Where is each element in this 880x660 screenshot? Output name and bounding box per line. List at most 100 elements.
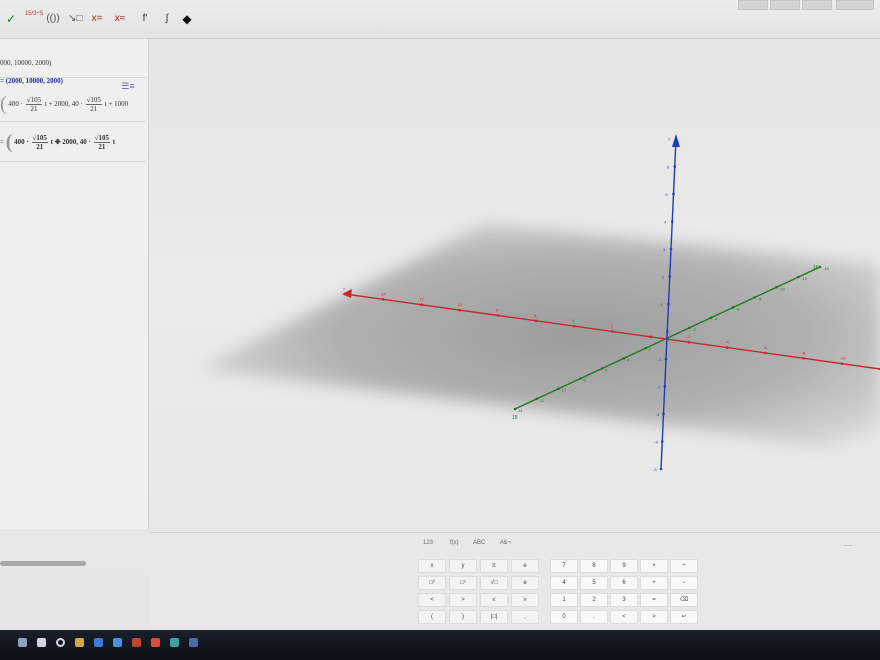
explorer-icon[interactable]	[75, 638, 84, 647]
x-axis-tick	[458, 308, 461, 312]
z-axis-tick	[665, 330, 669, 333]
numpad-key-1-0[interactable]: 4	[550, 576, 578, 590]
derivative-tool[interactable]: f'	[138, 10, 152, 28]
z-axis-tick	[663, 385, 667, 388]
z-axis-tick	[670, 220, 674, 223]
key-3-1[interactable]: )	[449, 610, 477, 624]
graphics-3d-view[interactable]: x1412108642-2-4-6-8-10-121412108642-2-4-…	[150, 39, 880, 534]
window-control[interactable]	[770, 0, 800, 10]
more-icon[interactable]: ···	[844, 541, 852, 550]
x-axis-label: -10	[840, 356, 847, 361]
check-icon[interactable]: ✓	[4, 10, 18, 28]
x-axis-label: 14	[381, 291, 386, 296]
numpad-key-0-3[interactable]: ×	[640, 559, 668, 573]
integral-tool[interactable]: ∫	[160, 10, 174, 28]
y-axis-tick	[579, 377, 582, 380]
store-icon[interactable]	[94, 638, 103, 647]
geogebra-icon[interactable]	[170, 638, 179, 647]
z-axis-tick	[659, 467, 663, 471]
cas-row-2[interactable]: ( 400 · √105 21 t + 2000, 40 · √105 21 t…	[0, 93, 146, 122]
x-axis-tick	[840, 362, 844, 365]
os-taskbar	[0, 630, 880, 660]
numpad-key-2-4[interactable]: ⌫	[670, 593, 698, 607]
z-axis-tick	[672, 192, 675, 196]
numpad-key-1-1[interactable]: 5	[580, 576, 608, 590]
horizontal-scrollbar[interactable]	[0, 561, 86, 566]
fraction-tool[interactable]: 15/3÷5	[24, 10, 44, 28]
numpad-key-1-2[interactable]: 6	[610, 576, 638, 590]
window-control[interactable]	[802, 0, 832, 10]
xy-plane	[200, 224, 880, 449]
office-icon[interactable]	[132, 638, 141, 647]
key-1-1[interactable]: □ⁿ	[449, 576, 477, 590]
key-0-3[interactable]: e	[511, 559, 539, 573]
x-axis-tick	[496, 314, 500, 317]
x-axis-label: x	[343, 286, 345, 291]
key-3-0[interactable]: (	[418, 610, 446, 624]
windows-icon[interactable]	[18, 638, 27, 647]
window-control[interactable]	[836, 0, 874, 10]
eraser-icon[interactable]: ◆	[180, 10, 194, 28]
key-2-2[interactable]: ≤	[480, 593, 508, 607]
z-axis-tick	[673, 165, 677, 168]
numpad-key-0-0[interactable]: 7	[550, 559, 578, 573]
key-2-1[interactable]: >	[449, 593, 477, 607]
numeric-solve-tool[interactable]: x≈	[113, 10, 127, 28]
numpad-key-0-1[interactable]: 8	[580, 559, 608, 573]
numpad-key-3-0[interactable]: 0	[550, 610, 578, 624]
x-axis-tick	[764, 351, 767, 355]
app-icon[interactable]	[189, 638, 198, 647]
z-axis-label: 6	[667, 165, 670, 170]
graphics-canvas[interactable]: x1412108642-2-4-6-8-10-121412108642-2-4-…	[150, 39, 880, 534]
key-0-0[interactable]: x	[418, 559, 446, 573]
numpad-key-3-4[interactable]: ↵	[670, 610, 698, 624]
numpad-key-2-0[interactable]: 1	[550, 593, 578, 607]
solve-tool[interactable]: x=	[90, 10, 104, 28]
z-axis-tick	[669, 247, 673, 251]
numpad-key-2-2[interactable]: 3	[610, 593, 638, 607]
chrome-icon[interactable]	[151, 638, 160, 647]
parens-tool[interactable]: (())	[46, 10, 60, 28]
tab-functions[interactable]: f(x)	[450, 540, 459, 546]
y-axis-tick	[622, 356, 626, 360]
numpad-key-1-4[interactable]: −	[670, 576, 698, 590]
numpad-key-3-2[interactable]: <	[610, 610, 638, 624]
y-axis-end-label: 16	[813, 265, 819, 271]
numpad-key-2-3[interactable]: =	[640, 593, 668, 607]
substitute-tool[interactable]: ↘□	[68, 10, 82, 28]
key-2-0[interactable]: <	[418, 593, 446, 607]
tab-symbols[interactable]: #&¬	[500, 540, 511, 546]
mail-icon[interactable]	[113, 638, 122, 647]
taskview-icon[interactable]	[56, 638, 65, 647]
tab-abc[interactable]: ABC	[473, 540, 485, 546]
numpad-key-0-2[interactable]: 9	[610, 559, 638, 573]
cas-output-2: = ( 400 · √105 21 t ✥ 2000, 40 · √105 21…	[0, 131, 146, 162]
key-0-2[interactable]: π	[480, 559, 508, 573]
key-3-3[interactable]: ,	[511, 610, 539, 624]
key-1-3[interactable]: e	[511, 576, 539, 590]
y-axis-tick	[709, 316, 713, 320]
y-axis-tick	[796, 275, 800, 279]
numpad-key-3-3[interactable]: >	[640, 610, 668, 624]
key-1-2[interactable]: √□	[480, 576, 508, 590]
numpad-key-1-3[interactable]: +	[640, 576, 668, 590]
y-axis-label: 12	[540, 398, 545, 403]
key-1-0[interactable]: □²	[418, 576, 446, 590]
numpad-key-3-1[interactable]: .	[580, 610, 608, 624]
x-axis-tick	[687, 340, 691, 344]
z-axis-label: -4	[654, 440, 658, 445]
window-control[interactable]	[738, 0, 768, 10]
cas-output-1: = (2000, 10000, 2000)	[0, 77, 63, 85]
numpad-key-2-1[interactable]: 2	[580, 593, 608, 607]
tab-123[interactable]: 123	[423, 540, 433, 546]
y-axis-tick	[775, 285, 778, 289]
y-axis-tick	[557, 387, 560, 391]
z-axis-label: 7	[668, 137, 671, 142]
x-axis-tick	[649, 335, 653, 339]
z-axis-label: 4	[664, 220, 667, 225]
key-2-3[interactable]: ≥	[511, 593, 539, 607]
numpad-key-0-4[interactable]: ÷	[670, 559, 698, 573]
key-3-2[interactable]: |□|	[480, 610, 508, 624]
key-0-1[interactable]: y	[449, 559, 477, 573]
search-icon[interactable]	[37, 638, 46, 647]
